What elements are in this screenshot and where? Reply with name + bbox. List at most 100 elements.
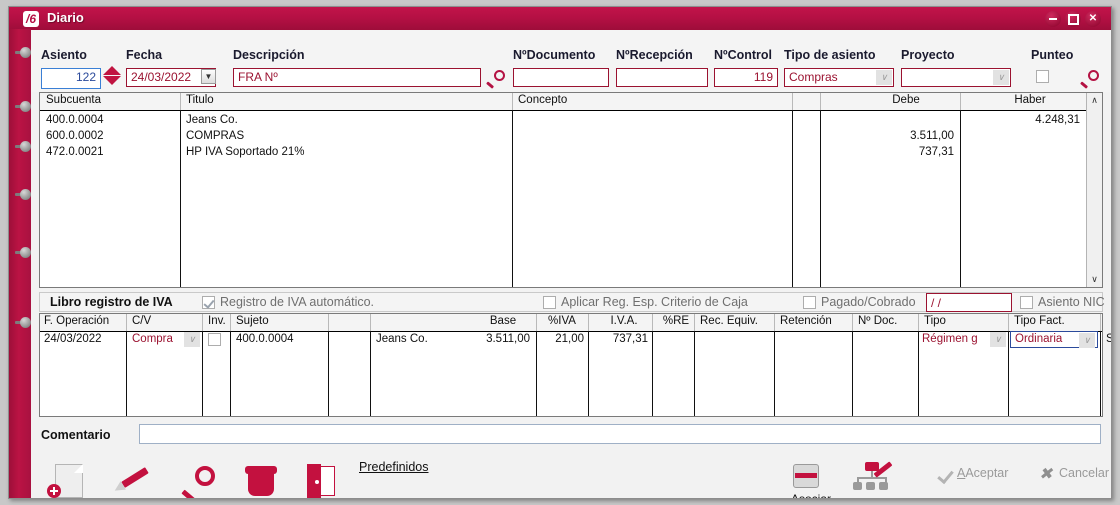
tipo-asiento-select[interactable]: Compras ∨ [784,68,894,87]
generar-efectos-link[interactable]: Generar Efectos [473,498,564,499]
col-concepto: Concepto [518,94,568,106]
cell-cv[interactable]: Compra [132,332,186,347]
spinner-down-icon[interactable] [103,76,121,85]
salir-button[interactable]: Salir [289,460,353,498]
cell-pct-iva: 21,00 [555,333,584,345]
asociar-label: Asociar [790,492,831,499]
cell-debe: 3.511,00 [910,130,954,142]
cell-tipo[interactable]: Régimen g [922,332,994,347]
client-area: Asiento 122 Fecha 24/03/2022 ▼ Descripci… [31,30,1111,498]
decorative-rail [9,29,31,498]
cell-titulo: Jeans Co. [186,114,238,126]
fecha-dropdown-icon[interactable]: ▼ [201,69,216,84]
descripcion-search-icon[interactable] [486,70,505,89]
nrecepcion-input[interactable] [616,68,708,87]
asiento-nic-checkbox[interactable] [1020,296,1033,309]
col-subcuenta: Subcuenta [46,94,101,106]
predefinidos-label: Predefinidos [359,460,429,474]
asiento-nic-label: Asiento NIC [1038,295,1105,309]
asociar-button[interactable]: Asociar [779,456,843,499]
tipo-fact-select[interactable]: Ordinaria ∨ [1010,331,1098,348]
comentario-input[interactable] [139,424,1101,444]
chevron-down-icon[interactable]: ∨ [876,70,892,85]
rail-pin-icon [15,317,31,328]
grid-vertical-scrollbar[interactable]: ∧ ∨ [1086,93,1102,287]
iva-section-title: Libro registro de IVA [50,295,173,309]
col-cv: C/V [132,315,152,327]
proyecto-select[interactable]: ∨ [901,68,1011,87]
col-iva: I.V.A. [610,315,638,327]
cell-base: 3.511,00 [486,333,530,345]
rail-pin-icon [15,101,31,112]
borrar-button[interactable]: Borrar [229,460,293,498]
asiento-input[interactable]: 122 [42,69,100,88]
cell-f-operacion: 24/03/2022 [44,333,102,345]
entry-header: Asiento 122 Fecha 24/03/2022 ▼ Descripci… [31,30,1111,92]
window-title: Diario [47,10,84,25]
rail-pin-icon [15,247,31,258]
aceptar-button[interactable]: AAceptar [937,466,1008,480]
ndocumento-input[interactable] [513,68,609,87]
tree-edit-button[interactable] [843,456,907,490]
col-f-operacion: F. Operación [44,315,110,327]
registro-iva-automatico-checkbox[interactable] [202,296,215,309]
iva-grid: F. Operación C/V Inv. Sujeto Base %IVA I… [39,313,1111,417]
criterio-caja-label: Aplicar Reg. Esp. Criterio de Caja [561,295,748,309]
col-titulo: Titulo [186,94,214,106]
asiento-spinner[interactable] [103,66,121,85]
pagado-cobrado-checkbox[interactable] [803,296,816,309]
cancelar-label: Cancelar [1059,466,1110,480]
predefinidos-link[interactable]: Predefinidos [359,460,429,474]
col-base: Base [489,315,517,327]
maximize-button[interactable] [1065,11,1081,27]
app-logo-icon: /6 [23,11,39,27]
scroll-up-icon[interactable]: ∧ [1087,93,1102,108]
close-button[interactable]: ✕ [1085,11,1101,27]
col-rec-equiv: Rec. Equiv. [700,315,758,327]
close-x-icon: ✖ [1039,466,1053,483]
punteo-checkbox[interactable] [1036,70,1049,83]
col-debe: Debe [892,94,920,106]
tipo-asiento-label: Tipo de asiento [784,48,876,62]
iva-grid-header: F. Operación C/V Inv. Sujeto Base %IVA I… [40,314,1102,332]
pagado-cobrado-date-input[interactable]: / / [926,293,1012,312]
descripcion-label: Descripción [233,48,305,62]
inv-checkbox[interactable] [208,333,221,346]
criterio-caja-checkbox[interactable] [543,296,556,309]
pen-icon [103,460,167,498]
cell-subcuenta: 600.0.0002 [46,130,104,142]
cell-tipo-fact: Ordinaria [1015,333,1063,345]
chevron-down-icon[interactable]: ∨ [993,70,1009,85]
ndocumento-label: NºDocumento [513,48,596,62]
table-row[interactable]: 600.0.0002 COMPRAS 3.511,00 [40,128,1102,144]
buscar-button[interactable]: Buscar [169,460,233,498]
cell-subcuenta: 400.0.0004 [46,114,104,126]
cell-sii: SII [1106,332,1111,347]
cell-titulo: HP IVA Soportado 21% [186,146,305,158]
descripcion-input[interactable]: FRA Nº [233,68,481,87]
col-haber: Haber [1014,94,1046,106]
title-bar: /6 Diario ✕ [9,7,1111,31]
minimize-button[interactable] [1045,11,1061,27]
tipo-chevron-down-icon[interactable]: ∨ [990,332,1006,347]
col-tipo: Tipo [924,315,946,327]
modificar-button[interactable]: Modificar [103,460,167,498]
cell-debe: 737,31 [918,146,954,158]
spinner-up-icon[interactable] [103,66,121,75]
proyecto-label: Proyecto [901,48,955,62]
maximize-icon [1067,14,1079,25]
cancelar-button[interactable]: ✖ Cancelar [1039,466,1110,483]
comentario-label: Comentario [41,428,111,442]
ncontrol-input[interactable]: 119 [714,68,778,87]
cv-chevron-down-icon[interactable]: ∨ [184,332,200,347]
table-row[interactable]: 400.0.0004 Jeans Co. 4.248,31 [40,112,1102,128]
entry-lines-grid-body[interactable]: 400.0.0004 Jeans Co. 4.248,31 600.0.0002… [40,110,1102,287]
tree-edit-icon [843,456,907,490]
table-row[interactable]: 472.0.0021 HP IVA Soportado 21% 737,31 [40,144,1102,160]
iva-grid-body[interactable]: 24/03/2022 Compra ∨ 400.0.0004 Jeans Co.… [40,331,1111,416]
nuevo-button[interactable]: NNuevo [41,460,105,498]
tipo-fact-chevron-down-icon[interactable]: ∨ [1079,333,1095,348]
duplicar-asiento-link[interactable]: Duplicar Asiento [349,498,439,499]
punteo-search-icon[interactable] [1080,70,1099,89]
scroll-down-icon[interactable]: ∨ [1087,272,1102,287]
